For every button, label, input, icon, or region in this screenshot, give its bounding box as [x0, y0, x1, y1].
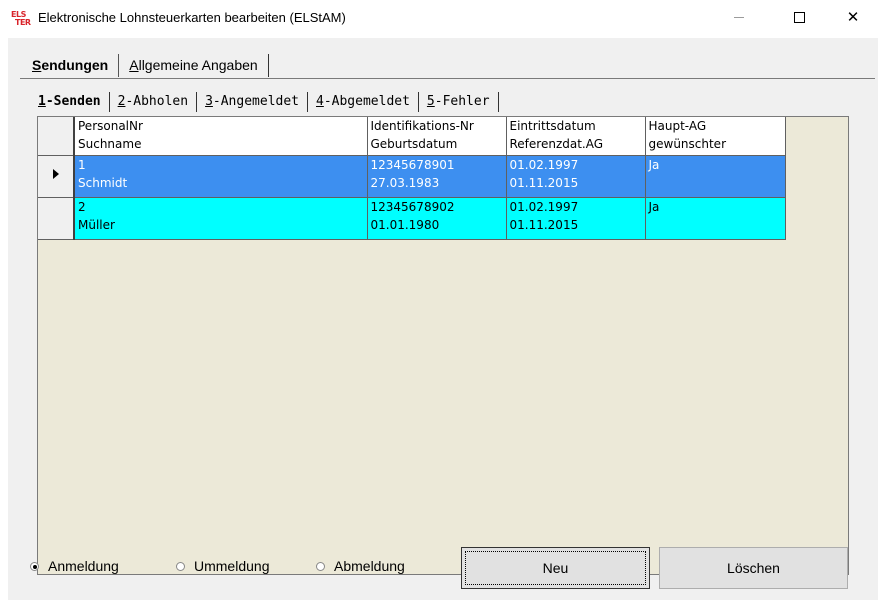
radio-ummeldung-label: Ummeldung: [194, 558, 270, 574]
delete-button[interactable]: Löschen: [659, 547, 848, 589]
radio-unchecked-icon: [176, 561, 185, 571]
column-header-eintrittsdatum[interactable]: Eintrittsdatum Referenzdat.AG: [506, 117, 646, 156]
cell-line1: 12345678902: [370, 199, 455, 214]
table-cell[interactable]: 12345678902 01.01.1980: [367, 197, 507, 240]
radio-abmeldung[interactable]: Abmeldung: [316, 558, 405, 574]
table-cell[interactable]: Ja: [645, 155, 786, 198]
table-cell[interactable]: Ja: [645, 197, 786, 240]
cell-line2: Schmidt: [78, 175, 128, 190]
column-header-identifikations-nr[interactable]: Identifikations-Nr Geburtsdatum: [367, 117, 507, 156]
cell-line1: Ja: [648, 157, 660, 172]
app-icon-line2: TER: [15, 18, 31, 27]
tab-senden-label: -Senden: [45, 94, 101, 109]
header-line2: Suchname: [78, 137, 142, 151]
header-line1: Identifikations-Nr: [370, 119, 474, 133]
header-line2: Referenzdat.AG: [509, 137, 604, 151]
minimize-button[interactable]: [716, 0, 762, 34]
focus-rectangle: [465, 551, 646, 585]
tab-senden[interactable]: 1-Senden: [30, 92, 110, 112]
cell-line1: 2: [78, 199, 86, 214]
header-line2: gewünschter: [648, 137, 727, 151]
cell-line1: Ja: [648, 199, 660, 214]
table-cell[interactable]: 12345678901 27.03.1983: [367, 155, 507, 198]
cell-line2: 01.11.2015: [509, 175, 579, 190]
tab-sendungen[interactable]: Sendungen: [22, 54, 120, 77]
current-row-arrow-icon: [53, 168, 59, 179]
cell-line1: 1: [78, 157, 86, 172]
elster-app-icon: ELS TER: [11, 11, 31, 29]
table-cell[interactable]: 1 Schmidt: [74, 155, 368, 198]
cell-line1: 01.02.1997: [509, 199, 579, 214]
table-cell[interactable]: 01.02.1997 01.11.2015: [506, 155, 646, 198]
tab-allgemeine-angaben-mnemonic: A: [129, 57, 139, 73]
tab-divider: [20, 78, 875, 79]
new-button[interactable]: Neu: [461, 547, 650, 589]
tab-fehler-label: -Fehler: [434, 94, 490, 109]
tab-allgemeine-angaben-label: llgemeine Angaben: [138, 57, 258, 73]
header-line1: Haupt-AG: [648, 119, 707, 133]
header-line2: Geburtsdatum: [370, 137, 458, 151]
cell-line2: 27.03.1983: [370, 175, 440, 190]
radio-abmeldung-label: Abmeldung: [334, 558, 405, 574]
radio-unchecked-icon: [316, 561, 325, 571]
cell-line1: 01.02.1997: [509, 157, 579, 172]
header-line1: Eintrittsdatum: [509, 119, 596, 133]
employee-grid[interactable]: PersonalNr Suchname Identifikations-Nr G…: [37, 116, 849, 575]
cell-line2: 01.11.2015: [509, 217, 579, 232]
minimize-icon: [734, 16, 744, 18]
table-cell[interactable]: 2 Müller: [74, 197, 368, 240]
tab-angemeldet-mnemonic: 3: [205, 94, 213, 109]
radio-checked-icon: [30, 561, 39, 571]
cell-line2: Müller: [78, 217, 115, 232]
tab-abgemeldet[interactable]: 4-Abgemeldet: [308, 92, 419, 112]
column-header-haupt-ag[interactable]: Haupt-AG gewünschter: [645, 117, 786, 156]
maximize-button[interactable]: [776, 0, 822, 34]
radio-ummeldung[interactable]: Ummeldung: [176, 558, 269, 574]
tab-senden-mnemonic: 1: [38, 94, 46, 109]
radio-anmeldung-label: Anmeldung: [48, 558, 119, 574]
radio-anmeldung[interactable]: Anmeldung: [30, 558, 119, 574]
tab-sendungen-label: endungen: [41, 57, 109, 73]
row-indicator[interactable]: [38, 155, 75, 198]
cell-line1: 12345678901: [370, 157, 455, 172]
table-row[interactable]: 2 Müller 12345678902 01.01.1980 01.02.19…: [38, 197, 786, 240]
cell-line2: 01.01.1980: [370, 217, 440, 232]
tab-sendungen-mnemonic: S: [32, 57, 42, 73]
row-indicator[interactable]: [38, 197, 75, 240]
table-cell[interactable]: 01.02.1997 01.11.2015: [506, 197, 646, 240]
tab-abgemeldet-label: -Abgemeldet: [323, 94, 410, 109]
employee-table: PersonalNr Suchname Identifikations-Nr G…: [38, 117, 786, 240]
title-bar: ELS TER Elektronische Lohnsteuerkarten b…: [0, 0, 885, 38]
tab-fehler-mnemonic: 5: [426, 94, 435, 109]
column-header-personalnr[interactable]: PersonalNr Suchname: [74, 117, 368, 156]
maximize-icon: [793, 11, 805, 23]
window-title: Elektronische Lohnsteuerkarten bearbeite…: [38, 10, 346, 25]
header-line1: PersonalNr: [78, 119, 143, 133]
dialog-client-area: Sendungen Allgemeine Angaben 1-Senden 2-…: [8, 38, 878, 600]
tab-fehler[interactable]: 5-Fehler: [419, 92, 499, 112]
tab-abholen[interactable]: 2-Abholen: [110, 92, 198, 112]
inner-tab-strip: 1-Senden 2-Abholen 3-Angemeldet 4-Abgeme…: [30, 90, 499, 112]
tab-abgemeldet-mnemonic: 4: [316, 94, 324, 109]
tab-angemeldet-label: -Angemeldet: [212, 94, 299, 109]
tab-abholen-label: -Abholen: [125, 94, 189, 109]
table-row[interactable]: 1 Schmidt 12345678901 27.03.1983 01.02.1…: [38, 155, 786, 198]
tab-angemeldet[interactable]: 3-Angemeldet: [197, 92, 308, 112]
close-button[interactable]: ✕: [830, 0, 876, 34]
row-indicator-header: [38, 117, 75, 156]
outer-tab-strip: Sendungen Allgemeine Angaben: [22, 53, 269, 77]
tab-allgemeine-angaben[interactable]: Allgemeine Angaben: [119, 54, 269, 77]
close-icon: ✕: [846, 8, 860, 26]
table-header-row: PersonalNr Suchname Identifikations-Nr G…: [38, 117, 786, 156]
delete-button-label: Löschen: [727, 560, 780, 576]
